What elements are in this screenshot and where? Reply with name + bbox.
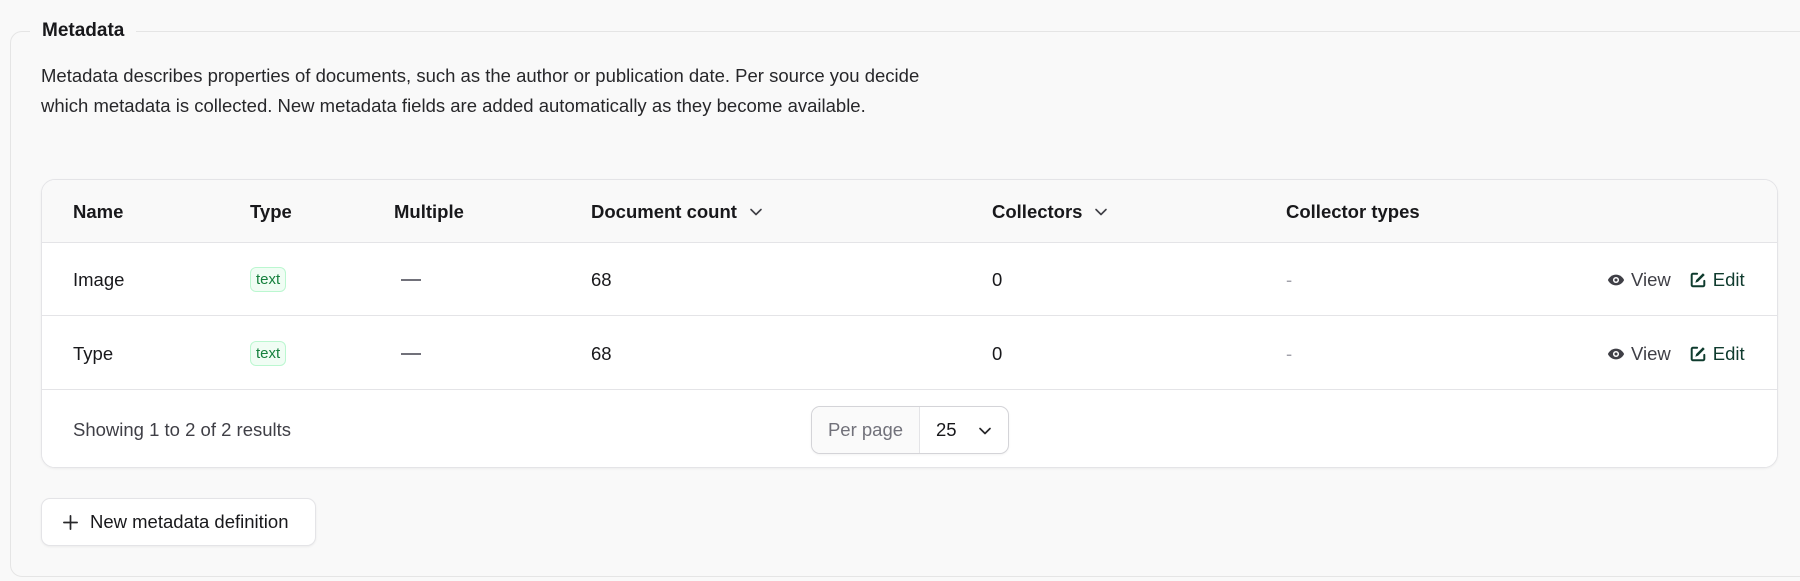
edit-label: Edit — [1712, 268, 1745, 290]
cell-collector-types: - — [1286, 268, 1293, 290]
edit-label: Edit — [1712, 342, 1745, 364]
eye-icon — [1607, 274, 1625, 285]
chevron-down-icon — [979, 427, 991, 435]
plus-icon — [63, 514, 78, 530]
view-label: View — [1631, 268, 1671, 290]
column-header-type: Type — [250, 200, 292, 222]
edit-button[interactable]: Edit — [1689, 343, 1745, 365]
row-actions: View Edit — [1607, 243, 1745, 316]
cell-type: text — [250, 243, 287, 316]
chevron-down-icon — [1095, 208, 1108, 215]
type-badge: text — [250, 341, 287, 366]
column-header-name: Name — [73, 200, 124, 222]
cell-collector-types: - — [1286, 342, 1293, 364]
empty-dash — [401, 352, 421, 355]
per-page-control: Per page 25 — [811, 406, 1009, 454]
cell-type: text — [250, 317, 287, 390]
edit-icon — [1690, 272, 1706, 287]
table-header: Name Type Multiple Document count Collec… — [42, 180, 1777, 243]
cell-collectors: 0 — [992, 268, 1003, 290]
view-label: View — [1631, 342, 1671, 364]
cell-document-count: 68 — [591, 342, 612, 364]
metadata-table: Name Type Multiple Document count Collec… — [41, 179, 1778, 468]
view-button[interactable]: View — [1607, 269, 1671, 291]
column-header-document-count-label: Document count — [591, 200, 737, 222]
column-header-collectors-label: Collectors — [992, 200, 1083, 222]
new-metadata-definition-label: New metadata definition — [90, 511, 289, 532]
cell-multiple — [394, 317, 421, 390]
edit-icon — [1690, 346, 1706, 361]
chevron-down-icon — [750, 208, 762, 215]
column-header-collectors[interactable]: Collectors — [992, 180, 1108, 243]
cell-document-count: 68 — [591, 268, 612, 290]
cell-multiple — [394, 243, 421, 316]
column-header-multiple: Multiple — [394, 200, 464, 222]
cell-collectors: 0 — [992, 342, 1003, 364]
new-metadata-definition-button[interactable]: New metadata definition — [41, 498, 316, 546]
section-description: Metadata describes properties of documen… — [41, 65, 920, 116]
results-summary: Showing 1 to 2 of 2 results — [73, 419, 292, 440]
empty-dash — [401, 278, 421, 281]
cell-name: Image — [73, 268, 125, 290]
cell-name: Type — [73, 342, 114, 364]
per-page-select[interactable]: 25 — [920, 407, 1008, 453]
section-legend: Metadata — [30, 18, 137, 44]
type-badge: text — [250, 267, 287, 292]
view-button[interactable]: View — [1607, 343, 1671, 365]
eye-icon — [1607, 348, 1625, 359]
table-row: Image text 68 0 - View Edit — [42, 243, 1777, 316]
row-actions: View Edit — [1607, 317, 1745, 390]
column-header-document-count[interactable]: Document count — [591, 180, 763, 243]
per-page-label: Per page — [812, 407, 920, 453]
table-row: Type text 68 0 - View Edit — [42, 317, 1777, 390]
per-page-value: 25 — [936, 419, 957, 440]
column-header-collector-types: Collector types — [1286, 200, 1420, 222]
table-footer: Showing 1 to 2 of 2 results Per page 25 — [42, 391, 1777, 467]
edit-button[interactable]: Edit — [1689, 269, 1745, 291]
